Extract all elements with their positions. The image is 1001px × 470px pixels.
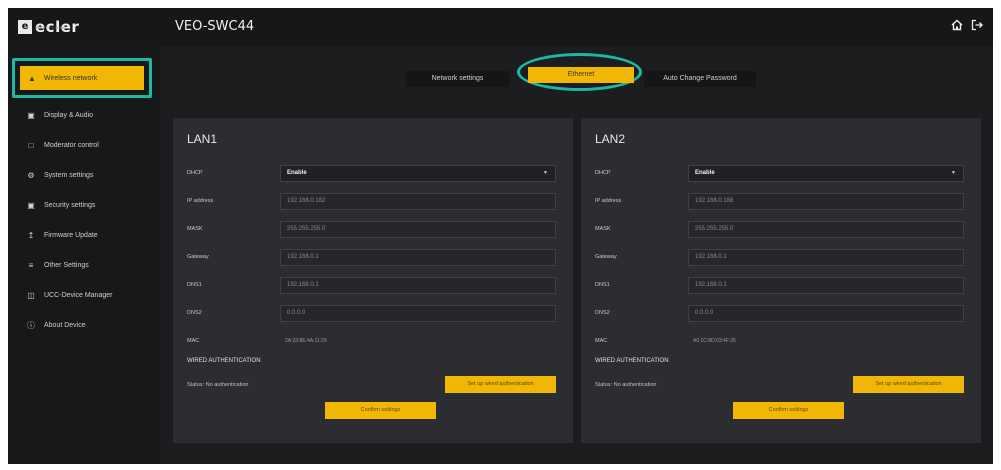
dns1-field[interactable]: 192.168.0.1 xyxy=(688,277,964,294)
sidebar-item-system-settings[interactable]: ⚙ System settings xyxy=(26,166,93,184)
dhcp-select[interactable]: Enable ▼ xyxy=(688,165,964,182)
gateway-label: Gateway xyxy=(187,254,209,260)
mask-label: MASK xyxy=(187,226,203,232)
dhcp-label: DHCP xyxy=(595,170,611,176)
logo-mark: e xyxy=(18,20,32,34)
confirm-settings-button[interactable]: Confirm settings xyxy=(325,402,436,419)
lock-icon: ▣ xyxy=(27,200,35,210)
lan2-panel: LAN2 DHCP Enable ▼ IP address 192.168.0.… xyxy=(581,118,981,443)
mac-value: 2A:33:8E:4A:11:29 xyxy=(285,338,327,344)
sidebar-item-label: UCC-Device Manager xyxy=(44,291,113,299)
sidebar-item-security-settings[interactable]: ▣ Security settings xyxy=(26,196,95,214)
sidebar-item-ucc-device-manager[interactable]: ◫ UCC-Device Manager xyxy=(26,286,112,304)
sidebar-item-display-audio[interactable]: ▣ Display & Audio xyxy=(26,106,93,124)
device-name: VEO-SWC44 xyxy=(175,19,255,34)
sidebar-item-about-device[interactable]: ⓘ About Device xyxy=(26,316,86,334)
panel-title: LAN1 xyxy=(187,132,218,146)
mac-label: MAC xyxy=(187,338,200,344)
mac-value: A0:1C:8D:03:4F:26 xyxy=(693,338,736,344)
app-window: e ecler BARCELONA VEO-SWC44 ▲ Wireless n… xyxy=(8,8,993,464)
sliders-icon: ≡ xyxy=(28,260,34,270)
ip-label: IP address xyxy=(595,198,622,204)
panel-title: LAN2 xyxy=(595,132,626,146)
chevron-down-icon: ▼ xyxy=(951,170,956,176)
tab-ethernet[interactable]: Ethernet xyxy=(528,67,634,83)
setup-wired-auth-button[interactable]: Set up wired authentication xyxy=(445,376,556,393)
mask-label: MASK xyxy=(595,226,611,232)
sidebar-item-wireless-network-highlight: ▲ Wireless network xyxy=(12,58,152,98)
tab-network-settings[interactable]: Network settings xyxy=(406,71,509,87)
sidebar-item-label: Other Settings xyxy=(44,261,89,269)
ip-address-field[interactable]: 192.168.0.182 xyxy=(280,193,556,210)
tab-label: Ethernet xyxy=(567,71,595,78)
gateway-field[interactable]: 192.168.0.1 xyxy=(280,249,556,266)
setup-wired-auth-button[interactable]: Set up wired authentication xyxy=(853,376,964,393)
mask-field[interactable]: 255.255.255.0 xyxy=(280,221,556,238)
sidebar-item-other-settings[interactable]: ≡ Other Settings xyxy=(26,256,89,274)
tab-label: Auto Change Password xyxy=(663,75,737,82)
sidebar-item-label: Display & Audio xyxy=(44,111,94,119)
dns1-field[interactable]: 192.168.0.1 xyxy=(280,277,556,294)
confirm-settings-button[interactable]: Confirm settings xyxy=(733,402,844,419)
dhcp-select[interactable]: Enable ▼ xyxy=(280,165,556,182)
mac-label: MAC xyxy=(595,338,608,344)
wifi-icon: ▲ xyxy=(28,73,36,83)
dns2-label: DNS2 xyxy=(187,310,202,316)
monitor-icon: □ xyxy=(28,140,34,150)
dns2-label: DNS2 xyxy=(595,310,610,316)
logout-icon[interactable] xyxy=(969,19,985,35)
dns1-label: DNS1 xyxy=(595,282,610,288)
sidebar-item-label: System settings xyxy=(44,171,94,179)
sidebar-item-label: Moderator control xyxy=(44,141,99,149)
wired-auth-title: WIRED AUTHENTICATION xyxy=(187,358,261,364)
dhcp-label: DHCP xyxy=(187,170,203,176)
dns1-label: DNS1 xyxy=(187,282,202,288)
dhcp-value: Enable xyxy=(287,170,307,176)
auth-status: Status: No authentication xyxy=(187,382,249,388)
lan1-panel: LAN1 DHCP Enable ▼ IP address 192.168.0.… xyxy=(173,118,573,443)
info-icon: ⓘ xyxy=(27,320,35,330)
tab-auto-change-password[interactable]: Auto Change Password xyxy=(644,71,756,87)
dns2-field[interactable]: 0.0.0.0 xyxy=(280,305,556,322)
sidebar-item-moderator-control[interactable]: □ Moderator control xyxy=(26,136,99,154)
gateway-field[interactable]: 192.168.0.1 xyxy=(688,249,964,266)
device-icon: ◫ xyxy=(27,290,35,300)
sidebar-item-label: Firmware Update xyxy=(44,231,98,239)
sidebar-item-wireless-network[interactable]: ▲ Wireless network xyxy=(20,66,144,90)
gear-icon: ⚙ xyxy=(27,170,35,180)
dns2-field[interactable]: 0.0.0.0 xyxy=(688,305,964,322)
sidebar-item-label: Wireless network xyxy=(43,74,98,82)
ip-address-field[interactable]: 192.168.0.188 xyxy=(688,193,964,210)
home-icon[interactable] xyxy=(949,19,965,35)
mask-field[interactable]: 255.255.255.0 xyxy=(688,221,964,238)
chevron-down-icon: ▼ xyxy=(543,170,548,176)
ip-label: IP address xyxy=(187,198,214,204)
sidebar-item-firmware-update[interactable]: ↥ Firmware Update xyxy=(26,226,98,244)
logo-subtitle: BARCELONA xyxy=(36,25,66,30)
display-icon: ▣ xyxy=(27,110,35,120)
upload-icon: ↥ xyxy=(27,230,35,240)
tab-label: Network settings xyxy=(431,75,484,82)
sidebar: ▲ Wireless network ▣ Display & Audio □ M… xyxy=(8,46,160,464)
dhcp-value: Enable xyxy=(695,170,715,176)
gateway-label: Gateway xyxy=(595,254,617,260)
top-bar: e ecler BARCELONA VEO-SWC44 xyxy=(8,8,993,46)
sidebar-item-label: About Device xyxy=(44,321,86,329)
auth-status: Status: No authentication xyxy=(595,382,657,388)
wired-auth-title: WIRED AUTHENTICATION xyxy=(595,358,669,364)
sidebar-item-label: Security settings xyxy=(44,201,96,209)
